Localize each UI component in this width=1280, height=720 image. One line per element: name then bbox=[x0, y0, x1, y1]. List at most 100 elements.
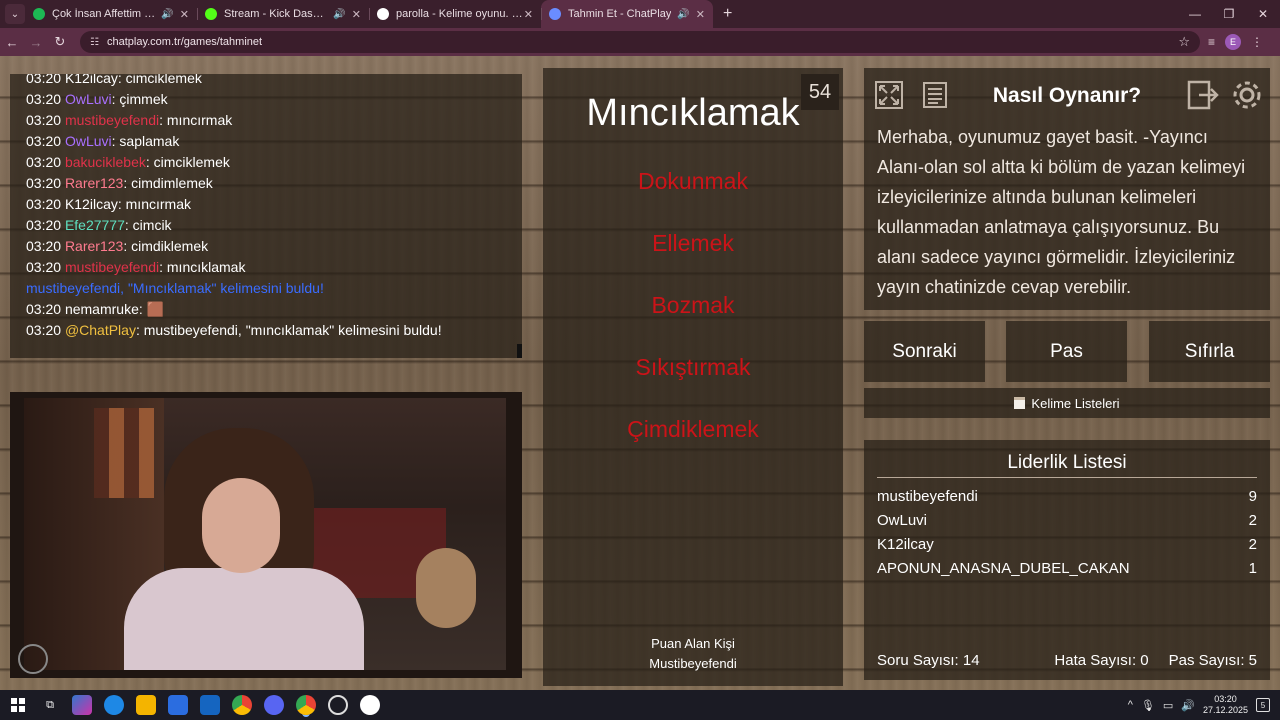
start-windows-icon[interactable] bbox=[8, 695, 28, 715]
chat-username[interactable]: mustibeyefendi, "Mıncıklamak" kelimesini… bbox=[26, 280, 324, 296]
chat-text: : 🟫 bbox=[138, 301, 165, 317]
chat-time: 03:20 bbox=[26, 217, 62, 233]
settings-gear-icon[interactable] bbox=[1230, 78, 1264, 112]
chat-username[interactable]: bakuciklebek bbox=[65, 154, 146, 170]
menu-icon[interactable]: ⋮ bbox=[1251, 35, 1263, 49]
url-field[interactable]: ☷ chatplay.com.tr/games/tahminet ☆ bbox=[80, 31, 1200, 53]
notification-icon[interactable]: 5 bbox=[1256, 698, 1270, 712]
browser-tab[interactable]: Tahmin Et - ChatPlay 🔊 ✕ bbox=[541, 0, 713, 28]
howto-text: Merhaba, oyunumuz gayet basit. -Yayıncı … bbox=[877, 127, 1246, 297]
tab-favicon-icon bbox=[549, 8, 561, 20]
chat-message: 03:20 K12ilcay: mıncırmak bbox=[26, 194, 514, 215]
store-icon[interactable] bbox=[168, 695, 188, 715]
chat-username[interactable]: OwLuvi bbox=[65, 133, 112, 149]
site-info-icon[interactable]: ☷ bbox=[90, 37, 99, 48]
taskbar: ⧉ ^ 🎙 ▭ 🔊 03:20 27.12.2025 5 bbox=[0, 690, 1280, 720]
chat-message: 03:20 nemamruke: 🟫 bbox=[26, 299, 514, 320]
media-control-icon[interactable]: ≡ bbox=[1208, 35, 1215, 49]
chat-username[interactable]: @ChatPlay bbox=[65, 322, 136, 338]
tab-favicon-icon bbox=[33, 8, 45, 20]
player-score: 2 bbox=[1248, 512, 1257, 529]
chat-username[interactable]: Rarer123 bbox=[65, 238, 123, 254]
browser-tab[interactable]: parolla - Kelime oyunu. Günlük✕ bbox=[369, 0, 541, 28]
browser-tab[interactable]: Çok İnsan Affettim • Wegh 🔊 ✕ bbox=[25, 0, 197, 28]
chat-text: : mıncırmak bbox=[117, 196, 191, 212]
chat-username[interactable]: mustibeyefendi bbox=[65, 112, 159, 128]
edge-icon[interactable] bbox=[104, 695, 124, 715]
webcam-circle-icon bbox=[18, 644, 48, 674]
leaderboard-title: Liderlik Listesi bbox=[1007, 452, 1127, 473]
player-name: APONUN_ANASNA_DUBEL_CAKAN bbox=[877, 560, 1130, 577]
chat-scrollbar[interactable] bbox=[517, 344, 522, 358]
url-text: chatplay.com.tr/games/tahminet bbox=[106, 36, 263, 48]
divider bbox=[877, 477, 1257, 478]
chat-username[interactable]: nemamruke bbox=[65, 301, 139, 317]
chat-text: : saplamak bbox=[111, 133, 180, 149]
tab-close-icon[interactable]: ✕ bbox=[696, 8, 705, 21]
chat-message: 03:20 Rarer123: cimdimlemek bbox=[26, 173, 514, 194]
tab-title: Stream - Kick Dashboard bbox=[224, 8, 327, 20]
reload-button[interactable]: ↻ bbox=[48, 34, 72, 50]
system-tray: ^ 🎙 ▭ 🔊 03:20 27.12.2025 5 bbox=[1128, 694, 1280, 716]
window-controls: — ❐ ✕ bbox=[1178, 0, 1280, 28]
leaderboard-row: mustibeyefendi 9 bbox=[877, 488, 1257, 505]
chat-username[interactable]: Rarer123 bbox=[65, 175, 123, 191]
chat-username[interactable]: K12ilcay bbox=[65, 196, 118, 212]
tray-chevron-icon[interactable]: ^ bbox=[1128, 699, 1133, 711]
chrome-active-icon[interactable] bbox=[296, 695, 316, 715]
leaderboard-row: K12ilcay 2 bbox=[877, 536, 1257, 553]
forbidden-word: Dokunmak bbox=[638, 168, 748, 194]
chrome-icon[interactable] bbox=[232, 695, 252, 715]
pass-button[interactable]: Pas bbox=[1006, 321, 1127, 382]
file-explorer-icon[interactable] bbox=[136, 695, 156, 715]
chat-username[interactable]: K12ilcay bbox=[65, 74, 118, 86]
network-icon[interactable]: ▭ bbox=[1163, 699, 1173, 712]
microphone-icon[interactable]: 🎙 bbox=[1141, 699, 1155, 712]
forbidden-word: Sıkıştırmak bbox=[635, 354, 751, 380]
reset-button[interactable]: Sıfırla bbox=[1149, 321, 1270, 382]
tab-audio-icon[interactable]: 🔊 bbox=[677, 9, 689, 20]
exit-icon[interactable] bbox=[1186, 78, 1220, 112]
obs-icon[interactable] bbox=[328, 695, 348, 715]
player-score: 2 bbox=[1248, 536, 1257, 553]
tab-close-icon[interactable]: ✕ bbox=[352, 8, 361, 21]
chat-text: : cimdimlemek bbox=[123, 175, 213, 191]
task-view-icon[interactable]: ⧉ bbox=[40, 695, 60, 715]
fullscreen-icon[interactable] bbox=[872, 78, 906, 112]
restore-button[interactable]: ❐ bbox=[1212, 0, 1246, 28]
clock-date: 27.12.2025 bbox=[1202, 705, 1248, 715]
game-page: 03:20 K12ilcay: cimciklemek 03:20 OwLuvi:… bbox=[0, 56, 1280, 690]
question-count: Soru Sayısı: 14 bbox=[877, 652, 980, 669]
discord-icon[interactable] bbox=[264, 695, 284, 715]
chat-message: 03:20 Rarer123: cimdiklemek bbox=[26, 236, 514, 257]
tab-close-icon[interactable]: ✕ bbox=[524, 8, 533, 21]
clock[interactable]: 03:20 27.12.2025 bbox=[1203, 694, 1248, 716]
tab-audio-icon[interactable]: 🔊 bbox=[333, 9, 345, 20]
chat-panel: 03:20 K12ilcay: cimciklemek 03:20 OwLuvi:… bbox=[10, 74, 522, 358]
word-lists-button[interactable]: Kelime Listeleri bbox=[864, 388, 1270, 418]
notes-icon[interactable] bbox=[918, 78, 952, 112]
howto-panel: Nasıl Oynanır? Merhaba, oyunumuz gayet b… bbox=[864, 68, 1270, 310]
app-icon[interactable] bbox=[360, 695, 380, 715]
tab-strip: Çok İnsan Affettim • Wegh🔊✕Stream - Kick… bbox=[25, 0, 713, 28]
tab-search-button[interactable]: ⌄ bbox=[5, 4, 25, 24]
copilot-icon[interactable] bbox=[72, 695, 92, 715]
mail-icon[interactable] bbox=[200, 695, 220, 715]
browser-tab[interactable]: Stream - Kick Dashboard 🔊 ✕ bbox=[197, 0, 369, 28]
tab-audio-icon[interactable]: 🔊 bbox=[161, 9, 173, 20]
chat-time: 03:20 bbox=[26, 91, 62, 107]
bookmark-star-icon[interactable]: ☆ bbox=[1178, 34, 1190, 50]
profile-avatar[interactable]: E bbox=[1225, 34, 1242, 50]
next-button[interactable]: Sonraki bbox=[864, 321, 985, 382]
close-window-button[interactable]: ✕ bbox=[1246, 0, 1280, 28]
back-button[interactable]: ← bbox=[0, 35, 24, 50]
toolbar-right: ≡ E ⋮ bbox=[1208, 34, 1263, 50]
forward-button[interactable]: → bbox=[24, 35, 48, 50]
new-tab-button[interactable]: + bbox=[723, 5, 732, 23]
volume-icon[interactable]: 🔊 bbox=[1181, 699, 1195, 712]
chat-username[interactable]: mustibeyefendi bbox=[65, 259, 159, 275]
minimize-button[interactable]: — bbox=[1178, 0, 1212, 28]
chat-username[interactable]: OwLuvi bbox=[65, 91, 112, 107]
tab-close-icon[interactable]: ✕ bbox=[180, 8, 189, 21]
chat-username[interactable]: Efe27777 bbox=[65, 217, 125, 233]
